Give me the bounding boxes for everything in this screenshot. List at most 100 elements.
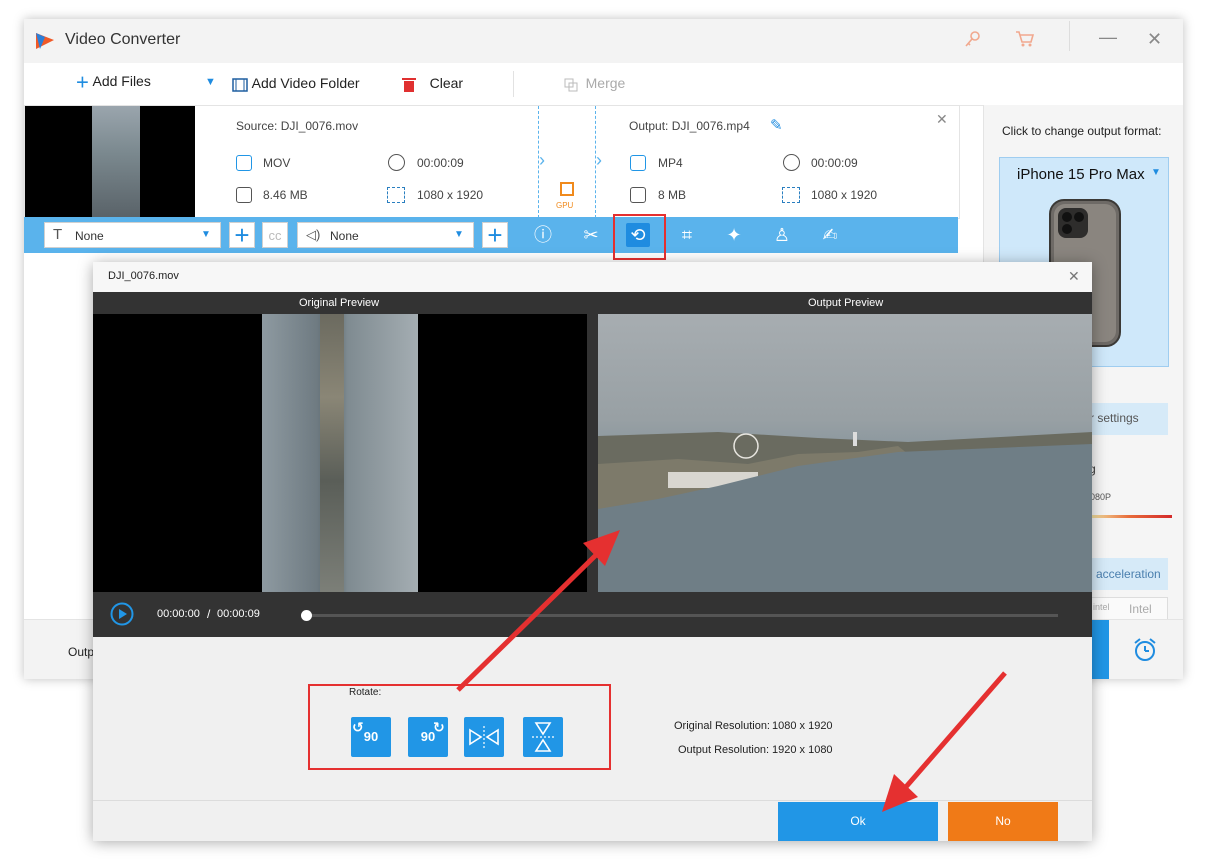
format-icon [630, 155, 646, 171]
change-format-hint: Click to change output format: [1002, 124, 1162, 138]
speaker-icon: ◁) [306, 227, 321, 242]
video-folder-icon [232, 77, 248, 92]
resolution-icon [387, 187, 405, 203]
coastline-strip [320, 314, 344, 592]
source-size: 8.46 MB [263, 188, 308, 202]
total-time: 00:00:09 [217, 608, 260, 620]
source-format: MOV [263, 156, 291, 170]
title-bar: Video Converter — ✕ [24, 19, 1183, 63]
arrow-icon: › [596, 150, 602, 170]
merge-label: Merge [585, 75, 626, 91]
edit-output-name-icon[interactable]: ✎ [770, 116, 783, 134]
minimize-button[interactable]: — [1099, 27, 1117, 48]
watermark-icon[interactable]: ♙ [770, 223, 794, 247]
trash-icon [402, 77, 416, 92]
format-icon [236, 155, 252, 171]
crop-icon[interactable]: ⌗ [675, 223, 699, 247]
settings-label: r settings [1090, 411, 1139, 425]
clear-label: Clear [429, 75, 464, 91]
dialog-button-row: Ok No [93, 800, 1092, 841]
output-resolution-value: 1920 x 1080 [772, 744, 833, 756]
add-video-folder-label: Add Video Folder [251, 75, 360, 91]
quality-slider[interactable] [1086, 515, 1172, 518]
video-thumbnail[interactable] [25, 106, 195, 218]
acceleration-option[interactable]: acceleration [1084, 558, 1168, 590]
cart-icon[interactable] [1015, 30, 1035, 48]
audio-select[interactable]: ◁) None ▼ [297, 222, 474, 248]
arrow-icon: › [539, 150, 545, 170]
output-preview-label: Output Preview [808, 297, 884, 309]
output-duration: 00:00:09 [811, 156, 858, 170]
thumbnail-frame [92, 106, 140, 218]
add-audio-button[interactable]: + [482, 222, 508, 248]
output-resolution: 1080 x 1920 [811, 188, 878, 202]
acceleration-label: acceleration [1096, 567, 1161, 581]
original-preview-label: Original Preview [299, 297, 380, 309]
output-label: Output: DJI_0076.mp4 [629, 119, 750, 133]
add-subtitle-button[interactable]: + [229, 222, 255, 248]
cc-icon[interactable]: cc [262, 222, 288, 248]
subtitle-value: None [75, 229, 104, 243]
source-resolution: 1080 x 1920 [417, 188, 484, 202]
scissors-icon[interactable]: ✂ [579, 223, 603, 247]
add-files-label: Add Files [92, 73, 151, 89]
output-video-frame [598, 432, 1092, 592]
add-video-folder-button[interactable]: Add Video Folder [232, 75, 360, 93]
source-duration: 00:00:09 [417, 156, 464, 170]
no-button[interactable]: No [948, 802, 1058, 841]
plus-icon: + [76, 69, 89, 95]
output-folder-label: Outp [68, 645, 95, 659]
key-icon[interactable] [963, 30, 981, 48]
close-window-button[interactable]: ✕ [1147, 29, 1162, 50]
title-divider [1069, 21, 1070, 51]
format-name: iPhone 15 Pro Max [1017, 166, 1145, 183]
merge-button[interactable]: Merge [564, 75, 625, 92]
alarm-clock-icon[interactable] [1132, 637, 1158, 663]
current-time: 00:00:00 [157, 608, 200, 620]
gpu-label: GPU [556, 201, 574, 210]
chevron-down-icon: ▼ [1151, 167, 1161, 178]
info-icon[interactable]: ⓘ [531, 223, 555, 247]
subtitle-edit-icon[interactable]: ✍ [818, 223, 842, 247]
toolbar-divider [513, 71, 514, 97]
clock-icon [388, 154, 405, 171]
edit-toolbar: T None ▼ + cc ◁) None ▼ + ⓘ ✂ ⟲ ⌗ ✦ ♙ ✍ [24, 217, 958, 253]
clock-icon [783, 154, 800, 171]
audio-value: None [330, 229, 359, 243]
merge-icon [564, 78, 578, 92]
chevron-down-icon: ▼ [454, 229, 464, 240]
ok-button[interactable]: Ok [778, 802, 938, 841]
output-format: MP4 [658, 156, 683, 170]
chevron-down-icon: ▼ [201, 229, 211, 240]
file-size-icon [236, 187, 252, 203]
rotate-icon-highlight [613, 214, 666, 260]
playback-controls: 00:00:00 / 00:00:09 [93, 592, 1092, 637]
preview-area: Original Preview Output Preview 00:00:00… [93, 292, 1092, 637]
intel-logo: intel [1093, 602, 1110, 612]
seek-bar[interactable] [301, 610, 1058, 621]
output-size: 8 MB [658, 188, 687, 202]
dialog-title: DJI_0076.mov [108, 270, 179, 282]
add-files-dropdown-icon[interactable]: ▼ [205, 76, 216, 88]
source-label: Source: DJI_0076.mov [236, 119, 359, 133]
original-resolution-label: Original Resolution: [674, 720, 770, 732]
file-size-icon [630, 187, 646, 203]
app-title: Video Converter [65, 31, 181, 48]
intel-option[interactable]: intel Intel [1084, 597, 1168, 621]
intel-label: Intel [1129, 602, 1152, 616]
dialog-title-bar: DJI_0076.mov ✕ [93, 262, 1092, 292]
seek-handle[interactable] [301, 610, 312, 621]
output-preview [598, 314, 1092, 592]
subtitle-select[interactable]: T None ▼ [44, 222, 221, 248]
remove-file-button[interactable]: ✕ [936, 111, 948, 128]
effects-wand-icon[interactable]: ✦ [722, 223, 746, 247]
clear-button[interactable]: Clear [402, 75, 463, 93]
time-separator: / [207, 607, 211, 621]
settings-button[interactable]: r settings [1086, 403, 1168, 435]
dialog-close-button[interactable]: ✕ [1068, 268, 1080, 285]
play-icon[interactable] [110, 602, 134, 626]
add-files-button[interactable]: + Add Files [76, 69, 151, 95]
app-logo-icon [36, 33, 54, 49]
original-resolution-value: 1080 x 1920 [772, 720, 833, 732]
main-toolbar: + Add Files ▼ Add Video Folder Clear Mer… [24, 63, 1183, 106]
